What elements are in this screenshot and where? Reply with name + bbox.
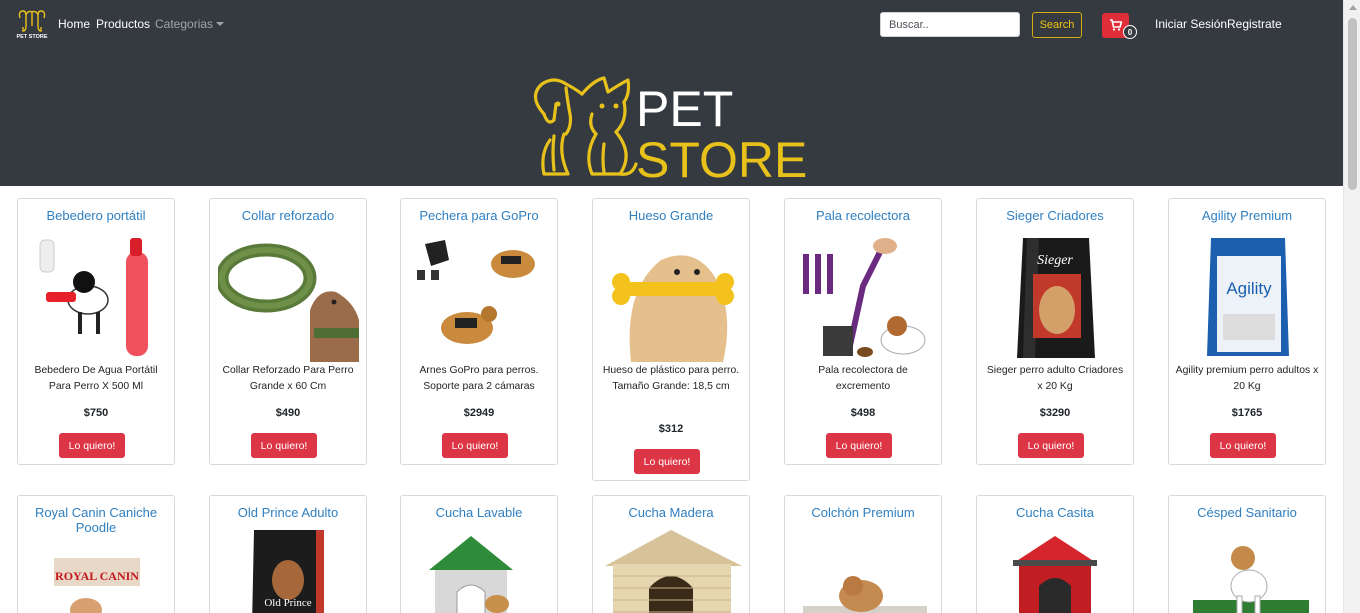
- product-card: Cucha Casita: [976, 495, 1134, 613]
- page-scrollbar[interactable]: [1343, 0, 1360, 613]
- package-label: Old Prince: [264, 597, 311, 609]
- register-link[interactable]: Registrate: [1227, 17, 1282, 31]
- product-title[interactable]: Bebedero portátil: [18, 208, 174, 223]
- buy-button[interactable]: Lo quiero!: [59, 433, 125, 458]
- product-card: Royal Canin Caniche Poodle ROYAL CANIN: [17, 495, 175, 613]
- product-image: [793, 530, 934, 613]
- product-card: Agility Premium Agility Agility premium …: [1168, 198, 1326, 465]
- product-card: Hueso Grande Hueso de plástico para perr…: [592, 198, 750, 481]
- nav-productos[interactable]: Productos: [96, 17, 150, 31]
- navbar: PET STORE Home Productos Categorias Sear…: [0, 0, 1343, 50]
- product-description: Arnes GoPro para perros. Soporte para 2 …: [419, 365, 539, 392]
- product-title[interactable]: Old Prince Adulto: [210, 505, 366, 520]
- brand-text: PET STORE: [16, 34, 47, 40]
- buy-button[interactable]: Lo quiero!: [1210, 433, 1276, 458]
- buy-button[interactable]: Lo quiero!: [1018, 433, 1084, 458]
- login-link[interactable]: Iniciar Sesión: [1155, 17, 1227, 31]
- product-title[interactable]: Cucha Lavable: [401, 505, 557, 520]
- product-card: Old Prince Adulto Old Prince: [209, 495, 367, 613]
- product-title[interactable]: Cucha Madera: [593, 505, 749, 520]
- product-card: Cucha Madera: [592, 495, 750, 613]
- package-label: ROYAL CANIN: [55, 569, 139, 583]
- buy-button[interactable]: Lo quiero!: [634, 449, 700, 474]
- product-description: Sieger perro adulto Criadores x 20 Kg: [986, 365, 1124, 392]
- product-image: [26, 230, 167, 362]
- product-image: [601, 526, 742, 613]
- product-image: Sieger: [985, 230, 1126, 362]
- nav-home[interactable]: Home: [58, 17, 90, 31]
- product-image: ROYAL CANIN: [26, 546, 167, 613]
- product-title[interactable]: Hueso Grande: [593, 208, 749, 223]
- product-image: [1177, 530, 1318, 613]
- product-image: [985, 530, 1126, 613]
- product-card: Colchón Premium: [784, 495, 942, 613]
- scroll-up-arrow-icon[interactable]: [1349, 5, 1357, 10]
- product-title[interactable]: Agility Premium: [1169, 208, 1325, 223]
- cart-count-badge: 0: [1123, 25, 1137, 39]
- product-description: Bebedero De Agua Portátil Para Perro X 5…: [34, 365, 158, 392]
- nav-categorias-label: Categorias: [155, 17, 214, 31]
- product-card: Pala recolectora Pala recolectora de exc…: [784, 198, 942, 465]
- product-price: $2949: [463, 407, 495, 419]
- product-card: Pechera para GoPro Arnes GoPro para perr…: [400, 198, 558, 465]
- buy-button[interactable]: Lo quiero!: [251, 433, 317, 458]
- search-button[interactable]: Search: [1032, 12, 1082, 38]
- product-title[interactable]: Collar reforzado: [210, 208, 366, 223]
- product-description: Collar Reforzado Para Perro Grande x 60 …: [222, 365, 354, 392]
- product-card: Cucha Lavable: [400, 495, 558, 613]
- product-title[interactable]: Cucha Casita: [977, 505, 1133, 520]
- product-price: $312: [658, 423, 684, 435]
- scrollbar-thumb[interactable]: [1348, 18, 1357, 190]
- product-image: [601, 230, 742, 362]
- product-title[interactable]: Pechera para GoPro: [401, 208, 557, 223]
- product-title[interactable]: Colchón Premium: [785, 505, 941, 520]
- product-title[interactable]: Césped Sanitario: [1169, 505, 1325, 520]
- product-description: Pala recolectora de excremento: [818, 365, 908, 392]
- product-price: $3290: [1039, 407, 1071, 419]
- product-card: Bebedero portátil Bebedero De Agua Portá…: [17, 198, 175, 465]
- product-image: Old Prince: [218, 530, 359, 613]
- package-label: Agility: [1226, 279, 1272, 298]
- nav-categorias-dropdown[interactable]: Categorias: [155, 17, 225, 31]
- product-price: $750: [83, 407, 109, 419]
- product-title[interactable]: Sieger Criadores: [977, 208, 1133, 223]
- hero-pet-store-logo: PET STORE: [533, 76, 807, 180]
- product-card: Césped Sanitario: [1168, 495, 1326, 613]
- product-title[interactable]: Royal Canin Caniche Poodle: [18, 505, 174, 535]
- product-card: Collar reforzado Collar Reforzado Para P…: [209, 198, 367, 465]
- product-card: Sieger Criadores Sieger Sieger perro adu…: [976, 198, 1134, 465]
- product-price: $1765: [1231, 407, 1263, 419]
- product-image: [793, 230, 934, 362]
- hero-logo-text-store: STORE: [636, 132, 807, 180]
- buy-button[interactable]: Lo quiero!: [442, 433, 508, 458]
- product-image: [218, 230, 359, 362]
- search-input[interactable]: [880, 12, 1020, 37]
- site-header: PET STORE Home Productos Categorias Sear…: [0, 0, 1343, 186]
- product-description: Agility premium perro adultos x 20 Kg: [1175, 365, 1319, 392]
- package-label: Sieger: [1037, 253, 1073, 268]
- buy-button[interactable]: Lo quiero!: [826, 433, 892, 458]
- product-price: $490: [275, 407, 301, 419]
- hero-logo-text-pet: PET: [636, 81, 733, 137]
- brand-logo[interactable]: PET STORE: [14, 6, 50, 42]
- product-image: [409, 230, 550, 362]
- product-title[interactable]: Pala recolectora: [785, 208, 941, 223]
- caret-down-icon: [216, 22, 225, 26]
- product-price: $498: [850, 407, 876, 419]
- product-image: Agility: [1177, 230, 1318, 362]
- product-image: [409, 530, 550, 613]
- product-description: Hueso de plástico para perro. Tamaño Gra…: [602, 365, 740, 392]
